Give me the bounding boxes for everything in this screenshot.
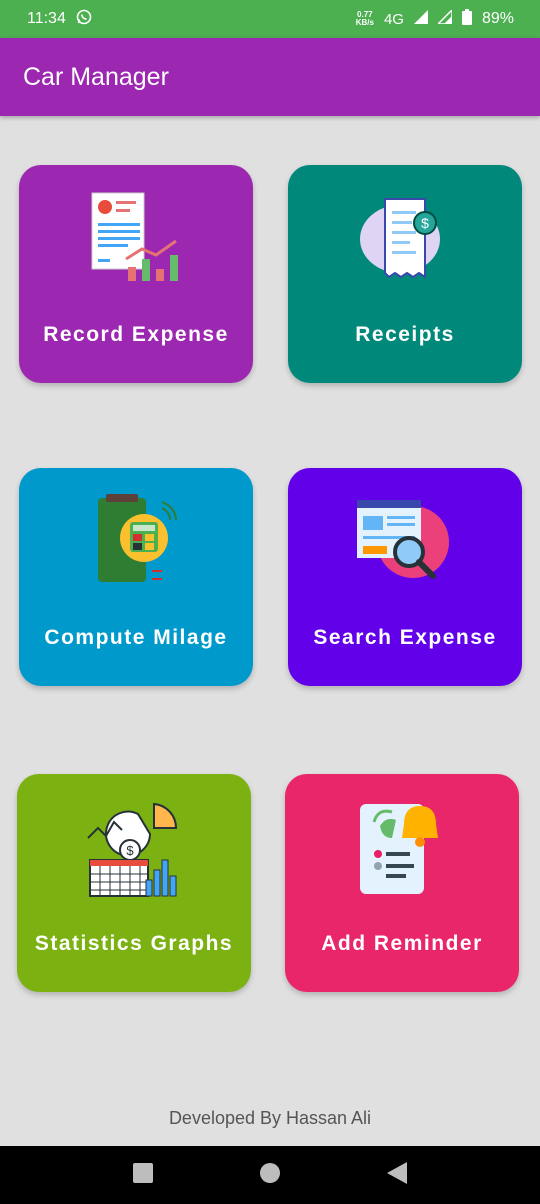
reminder-bell-icon: [352, 798, 452, 898]
system-nav-bar: [0, 1146, 540, 1204]
net-speed: 0.77 KB/s: [356, 11, 374, 27]
status-right: 0.77 KB/s 4G 89%: [356, 7, 514, 30]
net-speed-unit: KB/s: [355, 18, 374, 27]
compute-milage-label: Compute Milage: [44, 626, 228, 649]
triangle-back-icon: [386, 1161, 407, 1189]
app-title: Car Manager: [23, 62, 169, 91]
search-expense-label: Search Expense: [313, 626, 497, 649]
receipt-icon: $: [355, 189, 455, 289]
home-button[interactable]: [250, 1155, 290, 1195]
status-left: 11:34: [27, 9, 92, 30]
statistics-graphs-label: Statistics Graphs: [34, 932, 234, 955]
developer-credit: Developed By Hassan Ali: [168, 1108, 372, 1128]
app-bar: Car Manager: [0, 38, 540, 116]
receipts-button[interactable]: $ Receipts: [288, 165, 522, 383]
add-reminder-label: Add Reminder: [321, 932, 483, 955]
search-document-icon: [355, 492, 455, 592]
signal-icon-2: [436, 7, 453, 29]
svg-text:$: $: [126, 843, 134, 858]
square-icon: [133, 1162, 154, 1188]
whatsapp-icon: [76, 9, 92, 30]
signal-icon: [413, 9, 428, 29]
back-button[interactable]: [377, 1155, 417, 1195]
add-reminder-button[interactable]: Add Reminder: [285, 774, 519, 992]
compute-milage-button[interactable]: Compute Milage: [19, 468, 253, 686]
battery-level: 89%: [481, 10, 514, 27]
record-expense-label: Record Expense: [43, 323, 229, 346]
battery-icon: [461, 8, 472, 30]
statistics-graphs-button[interactable]: $ Statistics Graphs: [17, 774, 251, 992]
record-expense-button[interactable]: Record Expense: [19, 165, 253, 383]
expense-report-icon: [86, 189, 186, 289]
calculator-icon: [86, 492, 186, 592]
receipts-label: Receipts: [355, 323, 455, 346]
search-expense-button[interactable]: Search Expense: [288, 468, 522, 686]
recents-button[interactable]: [123, 1155, 163, 1195]
statistics-chart-icon: $: [84, 798, 184, 898]
status-time: 11:34: [27, 10, 66, 27]
svg-text:$: $: [421, 215, 429, 231]
network-type: 4G: [383, 10, 404, 28]
status-bar: 11:34 0.77 KB/s 4G 89%: [0, 0, 540, 38]
circle-icon: [259, 1162, 280, 1188]
